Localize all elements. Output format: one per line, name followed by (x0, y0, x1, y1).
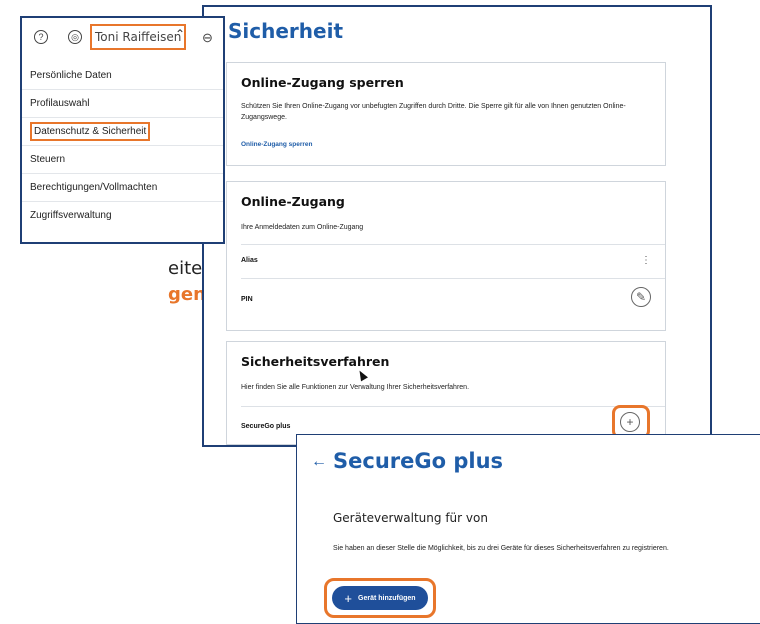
securego-title: SecureGo plus (333, 449, 504, 473)
menu-item-persoenliche-daten[interactable]: Persönliche Daten (22, 62, 223, 90)
menu-item-zugriffsverwaltung[interactable]: Zugriffsverwaltung (22, 202, 223, 230)
row-label: Alias (241, 257, 258, 264)
help-icon[interactable]: ? (34, 30, 48, 44)
card-online-zugang-sperren: Online-Zugang sperren Schützen Sie Ihren… (226, 62, 666, 166)
securego-subtitle: Geräteverwaltung für von (333, 511, 488, 525)
securego-panel: ← SecureGo plus Geräteverwaltung für von… (296, 434, 760, 624)
user-avatar-icon[interactable]: ◎ (68, 30, 82, 44)
securego-description: Sie haben an dieser Stelle die Möglichke… (333, 545, 669, 552)
logout-icon[interactable]: ⊖ (202, 30, 213, 46)
card-description: Schützen Sie Ihren Online-Zugang vor unb… (241, 103, 626, 121)
plus-icon: + (344, 590, 353, 606)
row-label: PIN (241, 296, 253, 303)
card-title: Online-Zugang sperren (241, 75, 404, 90)
menu-item-datenschutz-sicherheit[interactable]: Datenschutz & Sicherheit (22, 118, 223, 146)
highlight-add-device: + Gerät hinzufügen (324, 578, 436, 618)
card-description: Hier finden Sie alle Funktionen zur Verw… (241, 384, 470, 391)
user-menu-panel: ? ◎ Toni Raiffeisen ⌃ ⊖ Persönliche Date… (20, 16, 225, 244)
add-device-label: Gerät hinzufügen (358, 594, 416, 602)
background-text-line1: eite (168, 258, 203, 279)
back-arrow-icon[interactable]: ← (311, 453, 327, 471)
add-device-button[interactable]: + Gerät hinzufügen (332, 586, 428, 610)
menu-header: ? ◎ Toni Raiffeisen ⌃ ⊖ (22, 18, 223, 58)
menu-item-steuern[interactable]: Steuern (22, 146, 223, 174)
online-zugang-sperren-link[interactable]: Online-Zugang sperren (241, 141, 313, 148)
more-options-icon[interactable]: ⋮ (641, 255, 651, 266)
edit-pencil-icon[interactable]: ✎ (631, 287, 651, 307)
card-title: Online-Zugang (241, 194, 345, 209)
card-online-zugang: Online-Zugang Ihre Anmeldedaten zum Onli… (226, 181, 666, 331)
card-sicherheitsverfahren: Sicherheitsverfahren Hier finden Sie all… (226, 341, 666, 445)
chevron-up-icon[interactable]: ⌃ (175, 27, 185, 41)
menu-item-berechtigungen[interactable]: Berechtigungen/Vollmachten (22, 174, 223, 202)
user-name-button[interactable]: Toni Raiffeisen (90, 24, 187, 50)
add-plus-icon[interactable]: + (620, 412, 640, 432)
menu-item-profilauswahl[interactable]: Profilauswahl (22, 90, 223, 118)
row-alias[interactable]: Alias ⋮ (241, 244, 665, 279)
row-label: SecureGo plus (241, 423, 291, 430)
menu-list: Persönliche Daten Profilauswahl Datensch… (22, 62, 223, 230)
page-title: Sicherheit (228, 19, 343, 43)
sicherheit-panel: Sicherheit Online-Zugang sperren Schütze… (202, 5, 712, 447)
row-pin[interactable]: PIN ✎ (241, 278, 665, 319)
card-description: Ihre Anmeldedaten zum Online-Zugang (241, 224, 364, 231)
background-text-accent: gen (168, 284, 206, 305)
card-title: Sicherheitsverfahren (241, 354, 390, 369)
